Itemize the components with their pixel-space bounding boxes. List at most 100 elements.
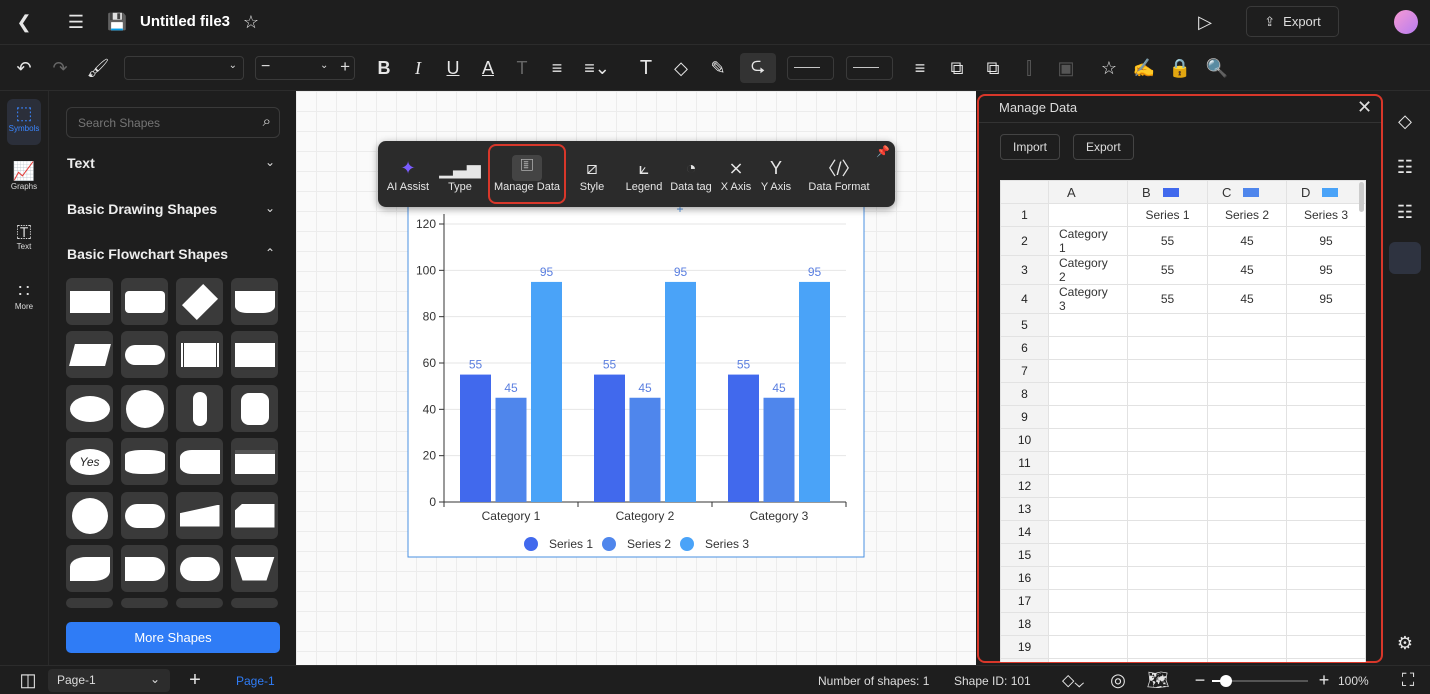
- table-cell[interactable]: [1286, 520, 1366, 544]
- export-button[interactable]: ⇪ Export: [1246, 6, 1339, 37]
- table-cell[interactable]: [1048, 336, 1128, 360]
- focus-icon[interactable]: ◎: [1106, 669, 1130, 691]
- shape-tile[interactable]: [176, 492, 223, 539]
- table-cell[interactable]: 95: [1286, 255, 1366, 285]
- table-cell[interactable]: [1286, 658, 1366, 662]
- table-cell[interactable]: [1207, 497, 1287, 521]
- send-back-icon[interactable]: ⧉: [981, 56, 1005, 80]
- table-cell[interactable]: [1207, 405, 1287, 429]
- pen-icon[interactable]: ✎: [706, 56, 730, 80]
- menu-icon[interactable]: ☰: [64, 10, 88, 34]
- fullscreen-icon[interactable]: ⛶: [1396, 669, 1420, 691]
- file-title[interactable]: Untitled file3: [140, 13, 230, 30]
- data-tag-button[interactable]: ◔ Data tag: [668, 141, 714, 207]
- table-cell[interactable]: [1127, 474, 1208, 498]
- chart-panel-tab[interactable]: [1389, 242, 1421, 274]
- search-icon[interactable]: ⌕: [263, 113, 271, 130]
- add-page-icon[interactable]: +: [183, 669, 207, 691]
- shape-tile[interactable]: [121, 385, 168, 432]
- shape-tile[interactable]: [121, 492, 168, 539]
- shape-tile[interactable]: [176, 545, 223, 592]
- rail-text[interactable]: 🇹 Text: [7, 221, 41, 267]
- shape-tile[interactable]: [176, 385, 223, 432]
- font-size-stepper[interactable]: − ⌄ +: [255, 56, 355, 80]
- search-input[interactable]: [67, 108, 247, 137]
- shape-tile[interactable]: [66, 492, 113, 539]
- shape-tile[interactable]: [121, 598, 168, 608]
- zoom-out-icon[interactable]: −: [1192, 669, 1208, 691]
- table-cell[interactable]: Category 3: [1048, 284, 1128, 314]
- table-cell[interactable]: [1286, 428, 1366, 452]
- panel-toggle-icon[interactable]: ◫: [16, 669, 40, 691]
- table-cell[interactable]: Series 3: [1286, 203, 1366, 227]
- y-axis-button[interactable]: YY Axis: [758, 141, 794, 207]
- back-icon[interactable]: ❮: [12, 10, 36, 34]
- table-cell[interactable]: 95: [1286, 284, 1366, 314]
- table-cell[interactable]: [1127, 658, 1208, 662]
- table-cell[interactable]: [1127, 589, 1208, 613]
- zoom-slider[interactable]: [1212, 675, 1308, 687]
- shape-tile[interactable]: [231, 385, 278, 432]
- table-cell[interactable]: [1048, 405, 1128, 429]
- table-cell[interactable]: [1048, 612, 1128, 636]
- avatar[interactable]: [1394, 10, 1418, 34]
- table-cell[interactable]: [1127, 451, 1208, 475]
- table-cell[interactable]: [1127, 520, 1208, 544]
- zoom-level[interactable]: 100%: [1338, 674, 1369, 688]
- table-cell[interactable]: [1207, 589, 1287, 613]
- table-cell[interactable]: [1127, 635, 1208, 659]
- table-cell[interactable]: [1127, 405, 1208, 429]
- search-shapes[interactable]: ⌕: [66, 107, 280, 138]
- group-icon[interactable]: ▣: [1054, 56, 1078, 80]
- shape-tile[interactable]: [66, 385, 113, 432]
- line-style-select[interactable]: ——: [787, 56, 834, 80]
- export-data-button[interactable]: Export: [1073, 134, 1134, 160]
- distribute-icon[interactable]: ⫿: [1017, 56, 1041, 80]
- table-cell[interactable]: [1048, 474, 1128, 498]
- table-cell[interactable]: 45: [1207, 255, 1287, 285]
- star-icon[interactable]: ☆: [239, 10, 263, 34]
- x-axis-button[interactable]: ⨯ X Axis: [718, 141, 754, 207]
- type-button[interactable]: ▁▃▅ Type: [439, 141, 481, 207]
- shape-tile[interactable]: [121, 278, 168, 325]
- shape-tile[interactable]: [231, 331, 278, 378]
- table-cell[interactable]: [1048, 382, 1128, 406]
- edit-icon[interactable]: ✍: [1132, 56, 1156, 80]
- find-icon[interactable]: 🔍: [1205, 56, 1229, 80]
- table-cell[interactable]: Series 2: [1207, 203, 1287, 227]
- more-shapes-button[interactable]: More Shapes: [66, 622, 280, 653]
- close-icon[interactable]: ✕: [1357, 97, 1372, 118]
- pin-icon[interactable]: 📌: [876, 145, 890, 158]
- table-cell[interactable]: [1048, 359, 1128, 383]
- underline-icon[interactable]: U: [441, 56, 465, 80]
- table-cell[interactable]: [1048, 543, 1128, 567]
- shape-tile[interactable]: [66, 545, 113, 592]
- column-header[interactable]: C: [1207, 180, 1287, 204]
- table-cell[interactable]: [1048, 313, 1128, 337]
- shape-tile[interactable]: Yes: [66, 438, 113, 485]
- ai-assist-button[interactable]: ✦ AI Assist: [382, 141, 434, 207]
- table-cell[interactable]: [1048, 589, 1128, 613]
- manage-data-button[interactable]: 🗉 Manage Data: [488, 144, 566, 204]
- table-cell[interactable]: 55: [1127, 255, 1208, 285]
- table-cell[interactable]: [1286, 497, 1366, 521]
- shape-tile[interactable]: [231, 545, 278, 592]
- table-cell[interactable]: [1127, 566, 1208, 590]
- legend-button[interactable]: ⟀ Legend: [622, 141, 666, 207]
- connector-icon[interactable]: ⮎: [740, 53, 776, 83]
- scrollbar[interactable]: [1359, 182, 1364, 212]
- save-icon[interactable]: 💾: [105, 10, 129, 34]
- table-cell[interactable]: Category 2: [1048, 255, 1128, 285]
- italic-icon[interactable]: I: [406, 56, 430, 80]
- style-button[interactable]: ⧄ Style: [574, 141, 610, 207]
- align-icon[interactable]: ≡: [545, 56, 569, 80]
- text-icon[interactable]: T: [634, 56, 658, 80]
- table-cell[interactable]: [1286, 451, 1366, 475]
- table-cell[interactable]: [1207, 635, 1287, 659]
- shape-tile[interactable]: [176, 331, 223, 378]
- table-cell[interactable]: [1048, 566, 1128, 590]
- table-cell[interactable]: [1127, 359, 1208, 383]
- text-style-icon[interactable]: T: [510, 56, 534, 80]
- shape-tile[interactable]: [121, 438, 168, 485]
- shape-tile[interactable]: [121, 545, 168, 592]
